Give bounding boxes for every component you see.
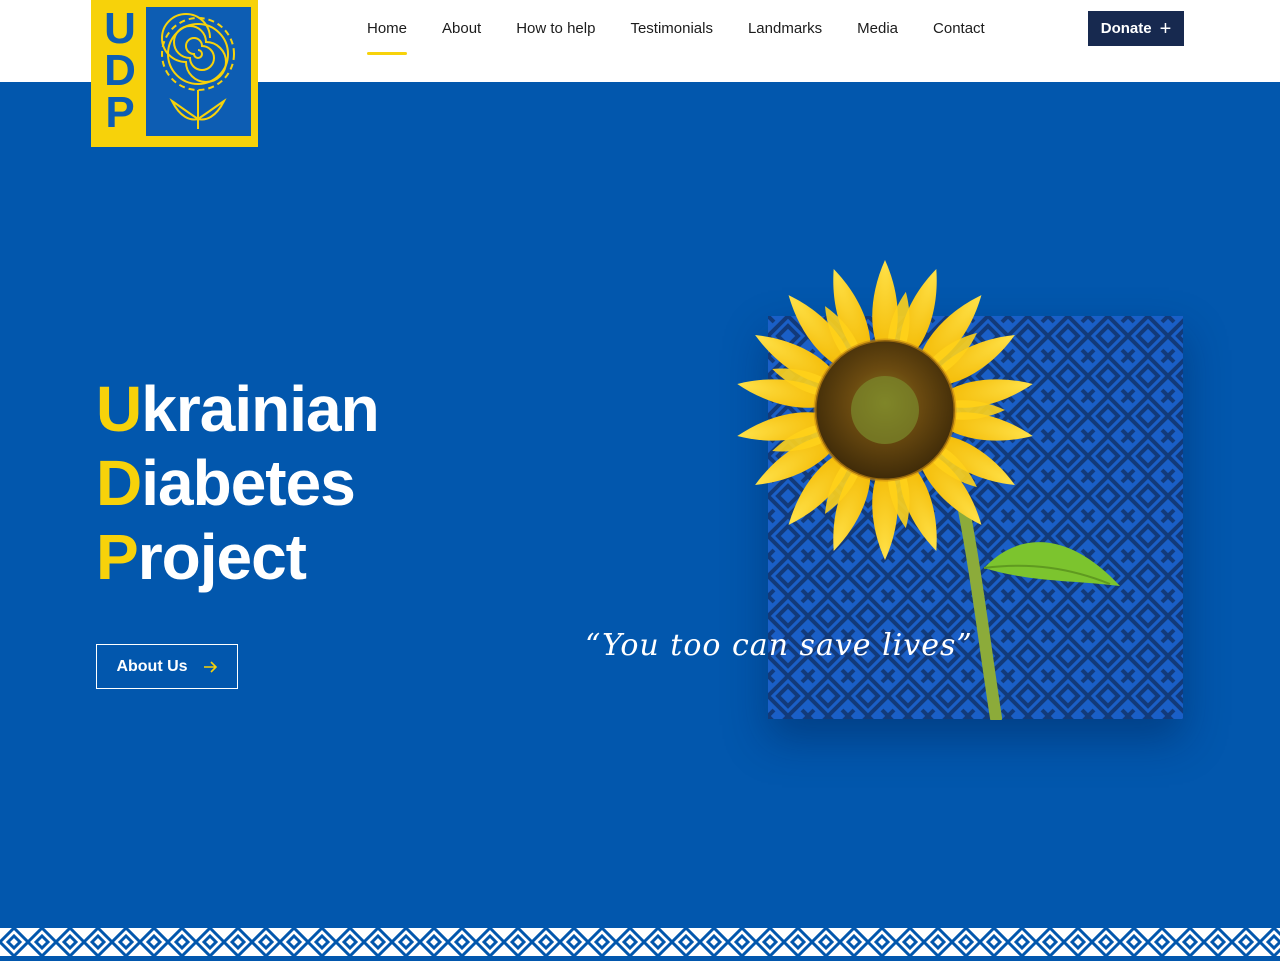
title-line-diabetes: Diabetes	[96, 446, 379, 520]
title-initial-u: U	[96, 373, 142, 445]
title-line-project: Project	[96, 520, 379, 594]
nav-how-to-help[interactable]: How to help	[516, 20, 595, 60]
nav-home[interactable]: Home	[367, 20, 408, 60]
hero-title: Ukrainian Diabetes Project	[96, 372, 380, 594]
about-us-label: About Us	[116, 657, 188, 675]
nav-about[interactable]: About	[442, 20, 481, 60]
donate-button[interactable]: Donate +	[1088, 11, 1184, 46]
title-rest-ukrainian: krainian	[141, 373, 379, 445]
site-logo[interactable]: U D P	[91, 0, 258, 147]
logo-letters: U D P	[101, 4, 139, 137]
title-initial-d: D	[96, 447, 142, 519]
hero-quote: “You too can save lives”	[585, 628, 973, 663]
donate-label: Donate	[1100, 20, 1152, 37]
nav-contact[interactable]: Contact	[933, 20, 985, 60]
title-initial-p: P	[96, 521, 139, 593]
arrow-right-icon	[203, 660, 217, 673]
embroidery-border	[0, 928, 1280, 956]
title-rest-diabetes: iabetes	[141, 447, 356, 519]
main-nav: Home About How to help Testimonials Land…	[367, 20, 1020, 60]
plus-icon: +	[1159, 17, 1172, 40]
title-rest-project: roject	[137, 521, 307, 593]
nav-testimonials[interactable]: Testimonials	[630, 20, 713, 60]
sunflower-logo-icon	[146, 7, 251, 136]
title-line-ukrainian: Ukrainian	[96, 372, 380, 446]
logo-letter-u: U	[104, 4, 136, 53]
about-us-button[interactable]: About Us	[96, 644, 238, 689]
nav-media[interactable]: Media	[857, 20, 898, 60]
logo-letter-p: P	[105, 88, 135, 137]
logo-letter-d: D	[104, 46, 136, 95]
nav-landmarks[interactable]: Landmarks	[748, 20, 822, 60]
